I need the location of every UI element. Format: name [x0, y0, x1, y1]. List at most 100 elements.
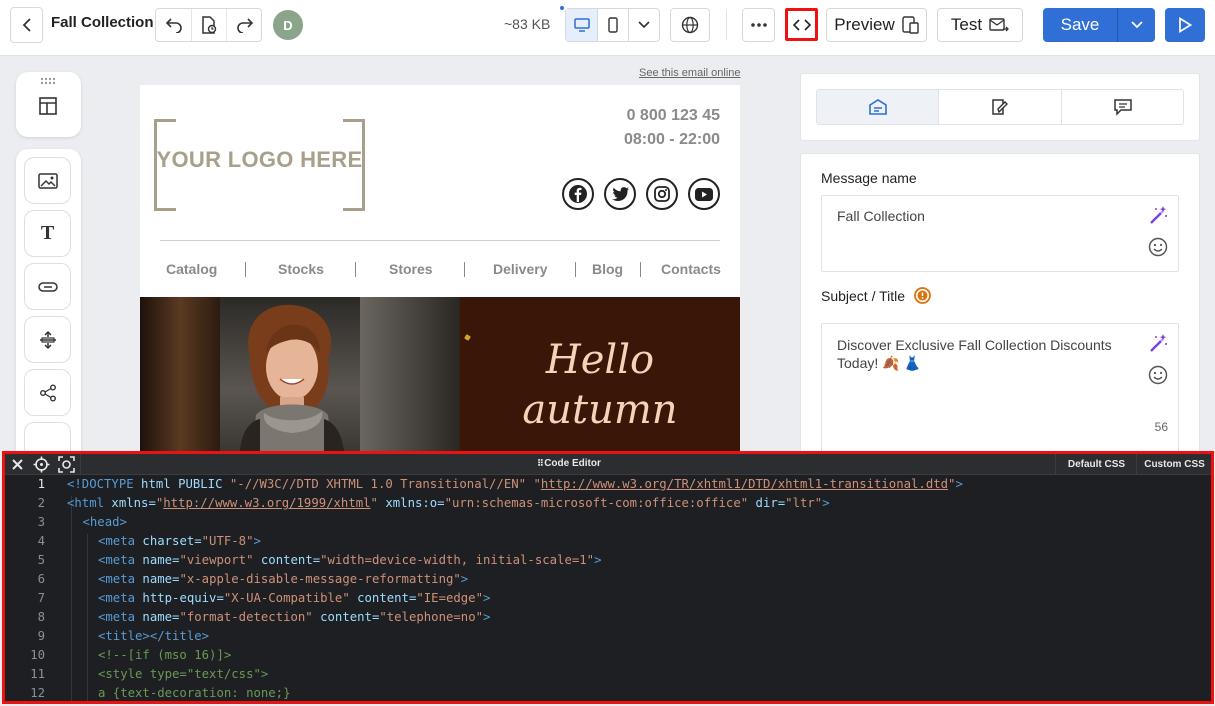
code-line[interactable]: <html xmlns= "http://www.w3.org/1999/xhtm… — [67, 496, 830, 510]
custom-css-tab[interactable]: Custom CSS — [1138, 454, 1211, 474]
line-number: 10 — [30, 648, 45, 662]
email-menu-item[interactable]: Stocks — [278, 261, 383, 277]
drag-handle-icon[interactable] — [40, 77, 56, 85]
code-editor-button[interactable] — [785, 8, 818, 41]
emoji-icon[interactable] — [1148, 365, 1168, 385]
code-token: <meta — [98, 591, 143, 605]
code-line[interactable]: <meta name="x-apple-disable-message-refo… — [67, 572, 468, 586]
globe-icon — [681, 16, 699, 34]
menu-separator — [575, 262, 576, 277]
chevron-down-icon — [638, 21, 650, 29]
hero-banner[interactable]: Hello autumn — [140, 297, 740, 451]
version-history-button[interactable] — [191, 9, 227, 41]
code-line[interactable]: a {text-decoration: none;} — [67, 686, 291, 700]
code-line[interactable]: <meta name="format-detection" content="t… — [67, 610, 490, 624]
email-menu-item[interactable]: Contacts — [661, 261, 731, 277]
text-block[interactable]: T — [24, 210, 71, 257]
email-menu-item[interactable]: Blog — [592, 261, 657, 277]
email-menu-item[interactable]: Stores — [389, 261, 489, 277]
test-button[interactable]: Test — [937, 8, 1023, 42]
ai-magic-wand-icon[interactable] — [1148, 333, 1168, 353]
email-menu-item[interactable]: Catalog — [166, 261, 269, 277]
more-blocks[interactable] — [24, 422, 71, 451]
mobile-icon — [608, 17, 618, 33]
device-dropdown-button[interactable] — [629, 9, 659, 41]
more-options-button[interactable] — [742, 8, 775, 42]
code-token: > — [822, 496, 830, 510]
code-token: <!--[if (mso 16)]> — [98, 648, 232, 662]
code-token: " — [533, 477, 541, 491]
button-block[interactable] — [24, 263, 71, 310]
code-token: dir= — [748, 496, 786, 510]
focus-icon[interactable] — [58, 456, 75, 473]
code-token: > — [483, 591, 491, 605]
code-token: charset= — [142, 534, 202, 548]
message-name-field[interactable]: Fall Collection — [821, 195, 1179, 272]
warning-icon[interactable] — [914, 287, 931, 304]
code-line[interactable]: <!DOCTYPE html PUBLIC "-//W3C//DTD XHTML… — [67, 477, 963, 491]
code-editor-drag-bar[interactable]: ⠿ Code Editor — [80, 454, 1056, 474]
code-line[interactable]: <meta name="viewport" content="width=dev… — [67, 553, 601, 567]
emoji-icon[interactable] — [1148, 237, 1168, 257]
code-area[interactable]: 1 <!DOCTYPE html PUBLIC "-//W3C//DTD XHTM… — [5, 475, 1211, 701]
logo[interactable]: YOUR LOGO HERE — [154, 119, 365, 211]
facebook-link[interactable] — [562, 178, 594, 210]
social-block[interactable] — [24, 369, 71, 416]
code-line[interactable]: <title></title> — [67, 629, 209, 643]
email-size: ~83 KB — [504, 16, 551, 32]
close-icon[interactable] — [11, 458, 24, 471]
subject-field[interactable]: Discover Exclusive Fall Collection Disco… — [821, 323, 1179, 452]
tab-comments[interactable] — [1062, 90, 1184, 124]
email-menu-item[interactable]: Delivery — [493, 261, 592, 277]
message-title: Fall Collection — [51, 14, 154, 31]
line-number: 3 — [37, 515, 45, 529]
code-line[interactable]: <meta charset="UTF-8"> — [67, 534, 261, 548]
code-token: <meta — [98, 553, 143, 567]
save-options-button[interactable] — [1118, 8, 1155, 42]
ai-magic-wand-icon[interactable] — [1148, 205, 1168, 225]
code-editor-header: ⠿ Code Editor Default CSS Custom CSS — [5, 454, 1211, 475]
line-number: 9 — [37, 629, 45, 643]
mobile-view-button[interactable] — [598, 9, 629, 41]
hero-woman-image — [240, 304, 344, 451]
line-number: 5 — [37, 553, 45, 567]
code-line[interactable]: <style type="text/css"> — [67, 667, 268, 681]
redo-button[interactable] — [227, 9, 262, 41]
youtube-link[interactable] — [688, 178, 720, 210]
avatar[interactable]: D — [273, 10, 303, 40]
see-email-online-link[interactable]: See this email online — [639, 67, 741, 79]
crosshair-icon[interactable] — [33, 456, 50, 473]
status-dot — [560, 6, 564, 10]
code-token: "X-UA-Compatible" — [223, 591, 350, 605]
preview-button[interactable]: Preview — [826, 8, 927, 42]
spacer-block[interactable] — [24, 316, 71, 363]
code-line[interactable]: <head> — [67, 515, 127, 529]
code-token: <meta — [98, 534, 143, 548]
code-token: > — [483, 610, 491, 624]
preview-label: Preview — [834, 15, 895, 34]
code-token: <title></title> — [98, 629, 210, 643]
back-button[interactable] — [10, 7, 43, 43]
tab-appearance[interactable] — [939, 90, 1062, 124]
message-name-value: Fall Collection — [837, 208, 925, 224]
code-token: > — [253, 534, 261, 548]
twitter-link[interactable] — [604, 178, 636, 210]
send-button[interactable] — [1165, 8, 1205, 42]
send-mail-icon — [989, 18, 1010, 32]
code-line[interactable]: <meta http-equiv="X-UA-Compatible" conte… — [67, 591, 490, 605]
instagram-link[interactable] — [646, 178, 678, 210]
image-block[interactable] — [24, 157, 71, 204]
mail-settings-icon — [868, 99, 887, 115]
tab-general[interactable] — [817, 90, 939, 124]
undo-button[interactable] — [156, 9, 191, 41]
default-css-tab[interactable]: Default CSS — [1057, 454, 1137, 474]
desktop-view-button[interactable] — [566, 9, 598, 41]
structure-block[interactable] — [38, 96, 58, 116]
chevron-left-icon — [22, 18, 31, 32]
save-button[interactable]: Save — [1043, 8, 1117, 42]
code-line[interactable]: <!--[if (mso 16)]> — [67, 648, 231, 662]
code-token: <meta — [98, 572, 143, 586]
language-button[interactable] — [670, 8, 710, 42]
code-token: "viewport" — [179, 553, 254, 567]
redo-icon — [236, 18, 253, 33]
